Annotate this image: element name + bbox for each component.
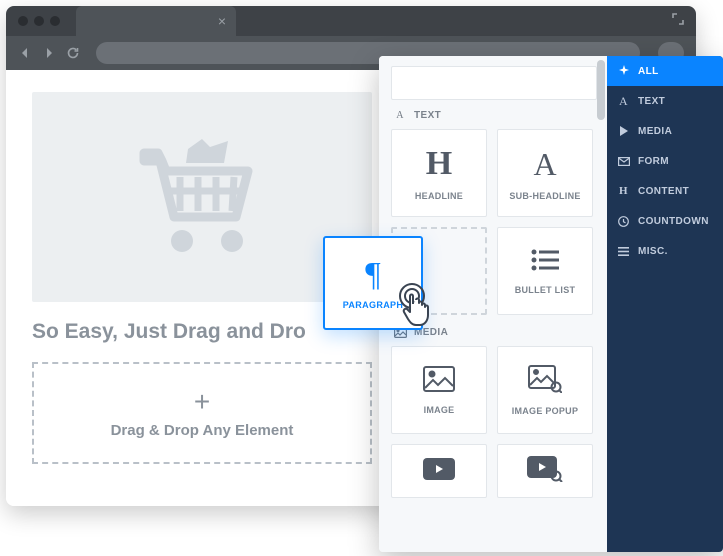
window-minimize-dot[interactable] xyxy=(34,16,44,26)
tile-label: SUB-HEADLINE xyxy=(509,191,580,201)
sidebar-item-label: MEDIA xyxy=(638,126,672,137)
window-close-dot[interactable] xyxy=(18,16,28,26)
sidebar-item-misc[interactable]: MISC. xyxy=(607,236,723,266)
image-placeholder[interactable] xyxy=(32,92,372,302)
tile-headline[interactable]: H HEADLINE xyxy=(391,129,487,217)
browser-tab[interactable]: × xyxy=(76,6,236,36)
search-input[interactable] xyxy=(391,66,597,100)
drop-zone[interactable]: + Drag & Drop Any Element xyxy=(32,362,372,464)
sidebar-item-label: TEXT xyxy=(638,96,665,107)
close-icon[interactable]: × xyxy=(218,14,226,28)
subheadline-icon: A xyxy=(533,146,556,183)
paragraph-icon: ¶ xyxy=(365,256,380,294)
reload-icon[interactable] xyxy=(66,46,80,60)
sidebar-item-content[interactable]: H CONTENT xyxy=(607,176,723,206)
sidebar-item-label: MISC. xyxy=(638,246,668,257)
sidebar-item-countdown[interactable]: COUNTDOWN xyxy=(607,206,723,236)
dropzone-label: Drag & Drop Any Element xyxy=(111,422,294,439)
lines-icon xyxy=(617,247,630,256)
category-sidebar: ALL A TEXT MEDIA FORM H CONTENT COUNTDOW… xyxy=(607,56,723,552)
video-icon xyxy=(423,458,455,485)
sidebar-item-label: CONTENT xyxy=(638,186,689,197)
window-maximize-dot[interactable] xyxy=(50,16,60,26)
sidebar-item-label: COUNTDOWN xyxy=(638,216,709,227)
sidebar-item-label: ALL xyxy=(638,66,659,77)
tile-bulletlist[interactable]: BULLET LIST xyxy=(497,227,593,315)
content-icon: H xyxy=(617,185,630,197)
tile-imagepopup[interactable]: IMAGE POPUP xyxy=(497,346,593,434)
forward-icon[interactable] xyxy=(42,46,56,60)
sidebar-item-media[interactable]: MEDIA xyxy=(607,116,723,146)
tile-subheadline[interactable]: A SUB-HEADLINE xyxy=(497,129,593,217)
sidebar-item-text[interactable]: A TEXT xyxy=(607,86,723,116)
text-icon: A xyxy=(617,94,630,109)
tile-label: IMAGE POPUP xyxy=(512,406,578,416)
cursor-hand-icon xyxy=(398,282,442,335)
section-text: A TEXT xyxy=(393,110,597,121)
videopopup-icon xyxy=(527,456,563,487)
tile-label: PARAGRAPH xyxy=(343,300,404,310)
envelope-icon xyxy=(617,157,630,166)
sidebar-item-form[interactable]: FORM xyxy=(607,146,723,176)
tile-video[interactable] xyxy=(391,444,487,498)
headline-icon: H xyxy=(426,145,452,183)
tile-label: BULLET LIST xyxy=(515,285,575,295)
bulletlist-icon xyxy=(530,248,560,277)
section-label: TEXT xyxy=(414,110,441,121)
sidebar-item-label: FORM xyxy=(638,156,669,167)
tile-videopopup[interactable] xyxy=(497,444,593,498)
imagepopup-icon xyxy=(528,365,562,398)
back-icon[interactable] xyxy=(18,46,32,60)
sidebar-item-all[interactable]: ALL xyxy=(607,56,723,86)
play-icon xyxy=(617,126,630,136)
scrollbar-thumb[interactable] xyxy=(597,60,605,120)
expand-icon[interactable] xyxy=(672,12,684,30)
tile-label: HEADLINE xyxy=(415,191,463,201)
tile-label: IMAGE xyxy=(424,405,455,415)
cart-icon xyxy=(122,125,282,270)
image-icon xyxy=(423,366,455,397)
sparkle-icon xyxy=(617,65,630,77)
text-icon: A xyxy=(393,110,407,121)
browser-titlebar: × xyxy=(6,6,696,36)
plus-icon: + xyxy=(194,388,210,416)
clock-icon xyxy=(617,216,630,227)
tile-image[interactable]: IMAGE xyxy=(391,346,487,434)
window-controls[interactable] xyxy=(18,16,60,26)
